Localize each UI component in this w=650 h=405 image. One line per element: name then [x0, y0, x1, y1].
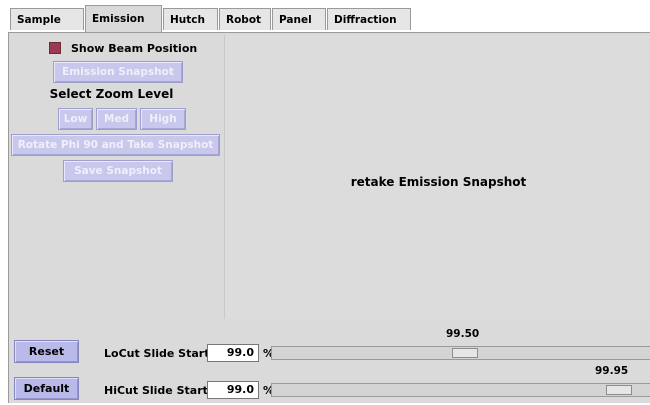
tab-hutch[interactable]: Hutch — [163, 8, 218, 30]
hicut-slider[interactable] — [271, 383, 650, 397]
zoom-high-button[interactable]: High — [140, 108, 186, 130]
hicut-label: HiCut Slide Start: — [104, 384, 213, 397]
emission-panel: Show Beam Position Emission Snapshot Sel… — [8, 32, 650, 403]
show-beam-position-row[interactable]: Show Beam Position — [49, 41, 197, 55]
rotate-phi-snapshot-button[interactable]: Rotate Phi 90 and Take Snapshot — [11, 134, 220, 156]
zoom-low-button[interactable]: Low — [58, 108, 93, 130]
tab-bar: Sample Emission Hutch Robot Panel Diffra… — [6, 0, 650, 32]
default-button[interactable]: Default — [14, 377, 79, 400]
image-message: retake Emission Snapshot — [350, 175, 527, 189]
zoom-level-title: Select Zoom Level — [49, 87, 174, 101]
tab-diffraction[interactable]: Diffraction — [327, 8, 411, 30]
emission-snapshot-button[interactable]: Emission Snapshot — [53, 61, 183, 83]
tab-panel[interactable]: Panel — [272, 8, 326, 30]
emission-window: Sample Emission Hutch Robot Panel Diffra… — [0, 0, 650, 405]
hicut-slider-thumb[interactable] — [606, 385, 632, 395]
snapshot-image-area: retake Emission Snapshot — [224, 35, 650, 319]
tab-sample[interactable]: Sample — [10, 8, 84, 30]
hicut-input[interactable]: 99.0 — [207, 381, 259, 399]
tab-emission[interactable]: Emission — [85, 5, 162, 32]
reset-button[interactable]: Reset — [14, 340, 79, 363]
hicut-slider-value: 99.95 — [595, 365, 629, 377]
locut-slider-thumb[interactable] — [452, 348, 478, 358]
save-snapshot-button[interactable]: Save Snapshot — [63, 160, 173, 182]
tab-robot[interactable]: Robot — [219, 8, 271, 30]
zoom-med-button[interactable]: Med — [96, 108, 137, 130]
show-beam-position-checkbox[interactable] — [49, 42, 61, 54]
locut-input[interactable]: 99.0 — [207, 344, 259, 362]
locut-label: LoCut Slide Start: — [104, 347, 214, 360]
locut-slider-value: 99.50 — [446, 328, 480, 340]
show-beam-position-label: Show Beam Position — [71, 41, 198, 55]
locut-slider[interactable] — [271, 346, 650, 360]
